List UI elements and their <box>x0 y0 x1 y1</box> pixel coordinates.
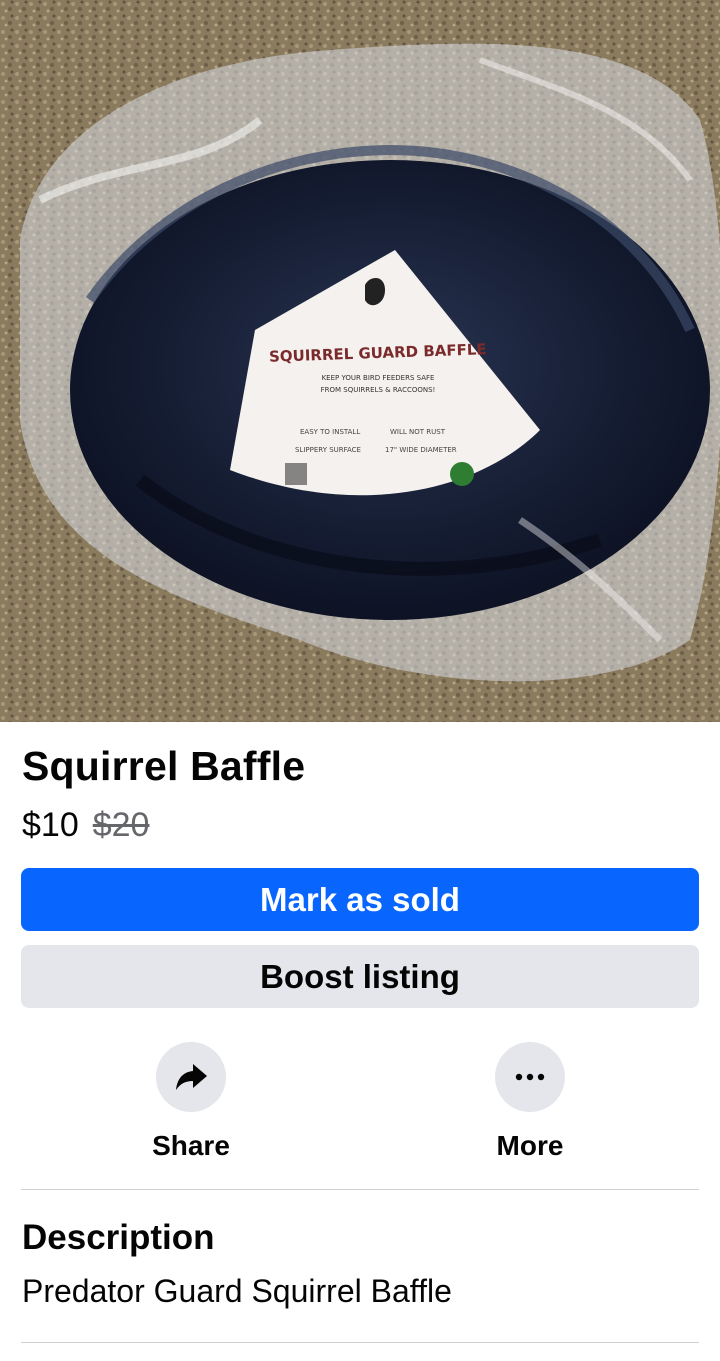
ellipsis-icon <box>515 1073 545 1081</box>
description-text: Predator Guard Squirrel Baffle <box>22 1273 452 1309</box>
divider <box>21 1342 699 1343</box>
listing-photo-image: SQUIRREL GUARD BAFFLE KEEP YOUR BIRD FEE… <box>0 0 720 722</box>
share-label: Share <box>152 1130 230 1161</box>
label-feature-1: EASY TO INSTALL <box>300 428 360 436</box>
mark-as-sold-button[interactable]: Mark as sold <box>21 868 699 931</box>
share-button[interactable] <box>156 1042 226 1112</box>
current-price: $10 <box>22 806 79 844</box>
more-action[interactable]: More <box>440 1042 620 1162</box>
divider <box>21 1189 699 1190</box>
description-heading: Description <box>22 1218 215 1257</box>
label-tagline-2: FROM SQUIRRELS & RACCOONS! <box>321 386 436 394</box>
share-arrow-icon <box>176 1064 207 1090</box>
price-row: $10 $20 <box>22 806 149 845</box>
listing-title: Squirrel Baffle <box>22 743 306 789</box>
listing-photo[interactable]: SQUIRREL GUARD BAFFLE KEEP YOUR BIRD FEE… <box>0 0 720 722</box>
more-label: More <box>496 1130 564 1161</box>
boost-listing-button[interactable]: Boost listing <box>21 945 699 1008</box>
label-tagline-1: KEEP YOUR BIRD FEEDERS SAFE <box>322 374 435 382</box>
share-action[interactable]: Share <box>101 1042 281 1162</box>
label-feature-4: 17" WIDE DIAMETER <box>385 446 457 454</box>
label-feature-2: WILL NOT RUST <box>390 428 446 436</box>
label-feature-3: SLIPPERY SURFACE <box>295 446 361 454</box>
original-price: $20 <box>92 806 150 844</box>
more-button[interactable] <box>495 1042 565 1112</box>
